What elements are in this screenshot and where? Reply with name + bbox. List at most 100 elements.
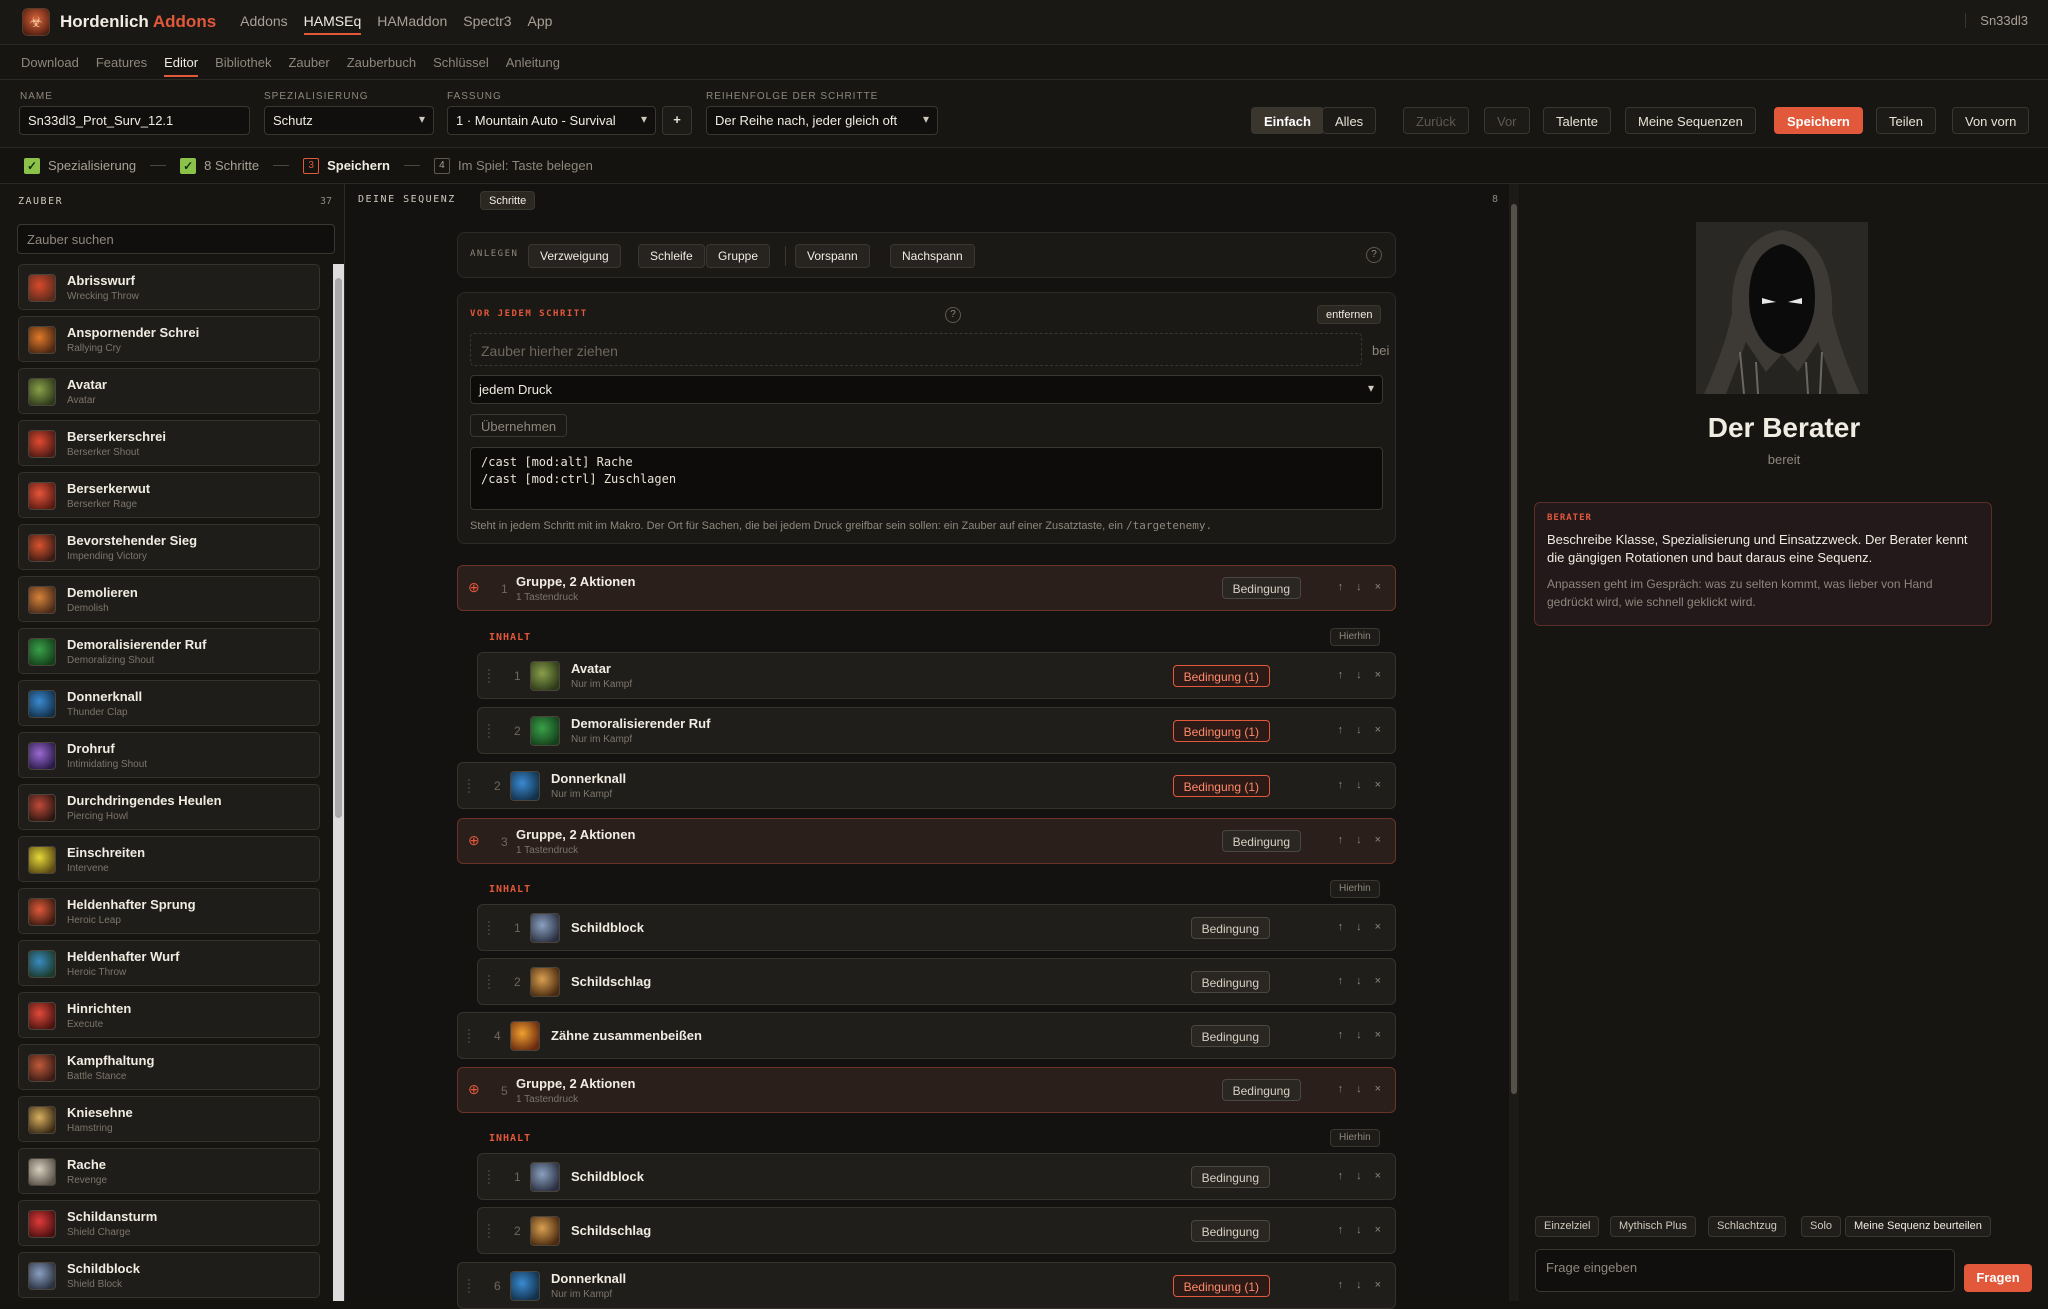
tab-steps[interactable]: Schritte [480,191,536,210]
step-save[interactable]: Speichern [327,158,390,173]
subnav-zauber[interactable]: Zauber [288,55,329,70]
save-button[interactable]: Speichern [1774,107,1863,134]
topnav-app[interactable]: App [528,9,553,35]
delete-icon[interactable]: × [1375,1029,1381,1041]
drop-here-button[interactable]: Hierhin [1330,880,1380,898]
my-sequences-button[interactable]: Meine Sequenzen [1625,107,1756,134]
move-down-icon[interactable]: ↓ [1356,921,1362,933]
delete-icon[interactable]: × [1375,724,1381,736]
move-down-icon[interactable]: ↓ [1356,581,1362,593]
delete-icon[interactable]: × [1375,975,1381,987]
step-keybind[interactable]: Im Spiel: Taste belegen [458,158,593,173]
spell-item[interactable]: Kampfhaltung Battle Stance [18,1044,320,1090]
add-version-button[interactable]: + [662,106,692,135]
group-row[interactable]: ⊕ 5 Gruppe, 2 Aktionen 1 Tastendruck Bedingu… [457,1067,1396,1113]
sequence-scrollbar[interactable] [1509,184,1519,1301]
help-icon[interactable]: ? [945,307,961,323]
move-up-icon[interactable]: ↑ [1338,1224,1344,1236]
step-row[interactable]: 2 Schildschlag Bedingung ↑ ↓ × [477,1207,1396,1254]
group-row[interactable]: ⊕ 1 Gruppe, 2 Aktionen 1 Tastendruck Bedingu… [457,565,1396,611]
move-down-icon[interactable]: ↓ [1356,1083,1362,1095]
move-down-icon[interactable]: ↓ [1356,1224,1362,1236]
move-up-icon[interactable]: ↑ [1338,1029,1344,1041]
condition-button[interactable]: Bedingung [1190,971,1270,993]
delete-icon[interactable]: × [1375,779,1381,791]
move-down-icon[interactable]: ↓ [1356,1029,1362,1041]
version-select[interactable]: 1 · Mountain Auto - Survival [447,106,656,135]
delete-icon[interactable]: × [1375,1170,1381,1182]
brand-logo-icon[interactable]: ☣ [22,8,50,36]
step-row[interactable]: 1 Avatar Nur im Kampf Bedingung (1) ↑ ↓ × [477,652,1396,699]
step-row[interactable]: 1 Schildblock Bedingung ↑ ↓ × [477,1153,1396,1200]
move-down-icon[interactable]: ↓ [1356,1170,1362,1182]
subnav-editor[interactable]: Editor [164,55,199,77]
spell-item[interactable]: Demolieren Demolish [18,576,320,622]
scrollbar-thumb[interactable] [335,278,342,818]
target-icon[interactable]: ⊕ [468,1081,480,1098]
subnav-anleitung[interactable]: Anleitung [506,55,560,70]
spell-list-scrollbar[interactable] [333,264,344,1301]
move-up-icon[interactable]: ↑ [1338,1170,1344,1182]
spell-item[interactable]: Kniesehne Hamstring [18,1096,320,1142]
drag-handle-icon[interactable] [488,724,492,738]
mode-all-button[interactable]: Alles [1322,107,1377,134]
drag-handle-icon[interactable] [488,669,492,683]
condition-button[interactable]: Bedingung (1) [1172,775,1270,797]
name-input[interactable]: Sn33dl3_Prot_Surv_12.1 [19,106,250,135]
spell-item[interactable]: Berserkerschrei Berserker Shout [18,420,320,466]
target-icon[interactable]: ⊕ [468,832,480,849]
spell-item[interactable]: Demoralisierender Ruf Demoralizing Shout [18,628,320,674]
spell-item[interactable]: Schildansturm Shield Charge [18,1200,320,1246]
move-up-icon[interactable]: ↑ [1338,669,1344,681]
move-up-icon[interactable]: ↑ [1338,724,1344,736]
chip-mythic-plus[interactable]: Mythisch Plus [1610,1216,1696,1237]
spell-item[interactable]: Drohruf Intimidating Shout [18,732,320,778]
step-steps[interactable]: 8 Schritte [204,158,259,173]
move-up-icon[interactable]: ↑ [1338,779,1344,791]
condition-button[interactable]: Bedingung [1190,1025,1270,1047]
drag-handle-icon[interactable] [488,1170,492,1184]
topnav-spectr3[interactable]: Spectr3 [463,9,511,35]
spell-item[interactable]: Bevorstehender Sieg Impending Victory [18,524,320,570]
chip-raid[interactable]: Schlachtzug [1708,1216,1786,1237]
drag-handle-icon[interactable] [468,779,472,793]
condition-button[interactable]: Bedingung [1221,1079,1301,1101]
move-up-icon[interactable]: ↑ [1338,834,1344,846]
topnav-hamseq[interactable]: HAMSEq [303,9,362,35]
step-row[interactable]: 2 Donnerknall Nur im Kampf Bedingung (1) ↑ ↓ × [457,762,1396,809]
drag-handle-icon[interactable] [488,1224,492,1238]
drag-handle-icon[interactable] [468,1279,472,1293]
delete-icon[interactable]: × [1375,921,1381,933]
drag-handle-icon[interactable] [488,921,492,935]
move-up-icon[interactable]: ↑ [1338,975,1344,987]
step-row[interactable]: 2 Schildschlag Bedingung ↑ ↓ × [477,958,1396,1005]
delete-icon[interactable]: × [1375,1279,1381,1291]
brand-name[interactable]: Hordenlich Addons [60,12,216,32]
condition-button[interactable]: Bedingung (1) [1172,665,1270,687]
spell-drop-zone[interactable]: Zauber hierher ziehen [470,333,1362,366]
drag-handle-icon[interactable] [468,1029,472,1043]
drop-here-button[interactable]: Hierhin [1330,628,1380,646]
add-loop-button[interactable]: Schleife [638,244,705,268]
condition-button[interactable]: Bedingung [1190,917,1270,939]
spell-item[interactable]: Heldenhafter Sprung Heroic Leap [18,888,320,934]
subnav-bibliothek[interactable]: Bibliothek [215,55,271,70]
condition-button[interactable]: Bedingung [1221,577,1301,599]
subnav-download[interactable]: Download [21,55,79,70]
help-icon[interactable]: ? [1366,247,1382,263]
step-row[interactable]: 2 Demoralisierender Ruf Nur im Kampf Beding… [477,707,1396,754]
topnav-addons[interactable]: Addons [240,9,287,35]
mode-simple-button[interactable]: Einfach [1251,107,1324,134]
delete-icon[interactable]: × [1375,1224,1381,1236]
ask-button[interactable]: Fragen [1964,1264,2032,1292]
restart-button[interactable]: Von vorn [1952,107,2030,134]
move-up-icon[interactable]: ↑ [1338,1083,1344,1095]
trigger-select[interactable]: jedem Druck [470,375,1383,404]
spell-item[interactable]: Abrisswurf Wrecking Throw [18,264,320,310]
delete-icon[interactable]: × [1375,669,1381,681]
move-down-icon[interactable]: ↓ [1356,779,1362,791]
step-spec[interactable]: Spezialisierung [48,158,136,173]
step-row[interactable]: 6 Donnerknall Nur im Kampf Bedingung (1) ↑ ↓ × [457,1262,1396,1309]
user-menu[interactable]: Sn33dl3 [1965,13,2028,28]
spell-item[interactable]: Rache Revenge [18,1148,320,1194]
